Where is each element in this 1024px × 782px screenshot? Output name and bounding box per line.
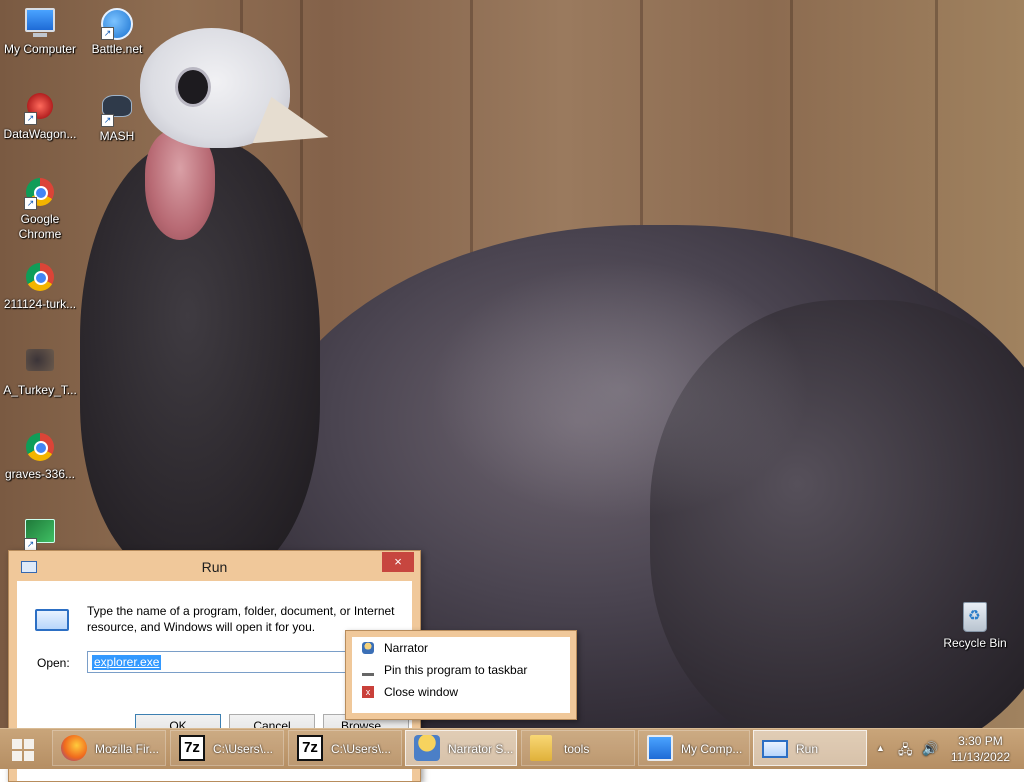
desktop-icon-turkey-image[interactable]: A_Turkey_T... — [0, 344, 80, 398]
jump-list-item-narrator[interactable]: Narrator — [352, 637, 570, 659]
open-input-value[interactable]: explorer.exe — [92, 655, 162, 670]
firefox-icon — [61, 735, 87, 761]
7zip-icon: 7z — [179, 735, 205, 761]
system-tray: ▲ 🖧 🔊 3:30 PM 11/13/2022 — [870, 729, 1024, 769]
taskbar-button-7zip-1[interactable]: 7z C:\Users\... — [170, 730, 284, 766]
jump-list-item-label: Pin this program to taskbar — [384, 663, 528, 677]
desktop-icon-graves[interactable]: graves-336... — [0, 429, 80, 482]
taskbar-button-narrator[interactable]: Narrator S... — [405, 730, 517, 766]
run-icon — [762, 740, 788, 758]
open-input[interactable]: explorer.exe — [87, 651, 387, 673]
desktop-icon-battlenet[interactable]: ↗ Battle.net — [77, 4, 157, 57]
pin-icon — [362, 667, 374, 676]
computer-icon — [24, 8, 56, 40]
taskbar-button-7zip-2[interactable]: 7z C:\Users\... — [288, 730, 402, 766]
clock-time: 3:30 PM — [958, 734, 1003, 748]
desktop-icon-my-computer[interactable]: My Computer — [0, 4, 80, 57]
desktop-icon-label: My Computer — [3, 42, 77, 56]
taskbar-jump-list: Narrator Pin this program to taskbar x C… — [345, 630, 577, 720]
run-titlebar[interactable]: Run × — [9, 551, 420, 581]
desktop-icon-recycle-bin[interactable]: Recycle Bin — [935, 598, 1015, 651]
taskbar-button-tools[interactable]: tools — [521, 730, 635, 766]
desktop-icon-label: A_Turkey_T... — [3, 383, 77, 397]
start-button[interactable] — [6, 735, 46, 763]
mash-icon: ↗ — [101, 95, 133, 127]
battlenet-icon: ↗ — [101, 8, 133, 40]
taskbar-button-label: Mozilla Fir... — [95, 742, 160, 756]
narrator-icon — [414, 735, 440, 761]
wallpaper-turkey-eye — [178, 70, 208, 104]
desktop-icon-google-chrome[interactable]: ↗ Google Chrome — [0, 174, 80, 242]
show-hidden-icons-button[interactable]: ▲ — [876, 743, 885, 753]
desktop-icon-label: DataWagon... — [3, 127, 77, 141]
windows-logo-icon — [12, 739, 22, 749]
image-icon — [24, 349, 56, 381]
clock-date: 11/13/2022 — [950, 750, 1010, 764]
jump-list-item-label: Close window — [384, 685, 459, 699]
desktop-icon-datawagon[interactable]: ↗ DataWagon... — [0, 89, 80, 142]
program-icon: ↗ — [24, 519, 56, 551]
taskbar-button-run[interactable]: Run — [753, 730, 867, 766]
jump-list-item-close-window[interactable]: x Close window — [352, 681, 570, 703]
taskbar-button-my-computer[interactable]: My Comp... — [638, 730, 750, 766]
windows-logo-icon — [24, 739, 34, 749]
jump-list-items: Narrator Pin this program to taskbar x C… — [352, 637, 570, 713]
recycle-bin-icon — [959, 602, 991, 634]
taskbar: Mozilla Fir... 7z C:\Users\... 7z C:\Use… — [0, 728, 1024, 769]
close-button[interactable]: × — [382, 552, 414, 572]
run-title: Run — [201, 559, 228, 575]
chrome-icon — [24, 433, 56, 465]
desktop-icon-label: 211124-turk... — [3, 297, 77, 311]
7zip-icon: 7z — [297, 735, 323, 761]
volume-icon[interactable]: 🔊 — [922, 741, 938, 757]
narrator-icon — [362, 642, 374, 654]
clock[interactable]: 3:30 PM 11/13/2022 — [951, 733, 1010, 765]
taskbar-button-label: C:\Users\... — [331, 742, 392, 756]
taskbar-button-label: My Comp... — [681, 742, 743, 756]
taskbar-button-label: Run — [796, 742, 819, 756]
desktop-icon-label: Google Chrome — [18, 212, 62, 241]
windows-logo-icon — [24, 751, 34, 761]
desktop-icon-program[interactable]: ↗ — [0, 514, 80, 553]
desktop-icon-label: Recycle Bin — [943, 636, 1007, 650]
computer-icon — [647, 735, 673, 761]
wallpaper-turkey-feathers — [430, 260, 810, 520]
network-icon[interactable]: 🖧 — [898, 741, 913, 763]
folder-icon — [530, 735, 552, 761]
taskbar-button-label: Narrator S... — [448, 742, 514, 756]
desktop-icon-label: MASH — [99, 129, 135, 143]
taskbar-button-label: tools — [564, 742, 590, 756]
chrome-icon — [24, 263, 56, 295]
jump-list-item-label: Narrator — [384, 641, 429, 655]
chrome-icon: ↗ — [24, 178, 56, 210]
jump-list-item-pin[interactable]: Pin this program to taskbar — [352, 659, 570, 681]
desktop-icon-label: graves-336... — [4, 467, 76, 481]
datawagon-icon: ↗ — [24, 93, 56, 125]
desktop-icon-mash[interactable]: ↗ MASH — [77, 89, 157, 144]
windows-logo-icon — [12, 751, 22, 761]
taskbar-button-firefox[interactable]: Mozilla Fir... — [52, 730, 166, 766]
open-label: Open: — [37, 656, 70, 670]
desktop-icon-turkey-html[interactable]: 211124-turk... — [0, 259, 80, 312]
run-icon — [35, 609, 69, 631]
desktop-icon-label: Battle.net — [91, 42, 143, 56]
close-icon: x — [362, 686, 374, 698]
taskbar-button-label: C:\Users\... — [213, 742, 274, 756]
